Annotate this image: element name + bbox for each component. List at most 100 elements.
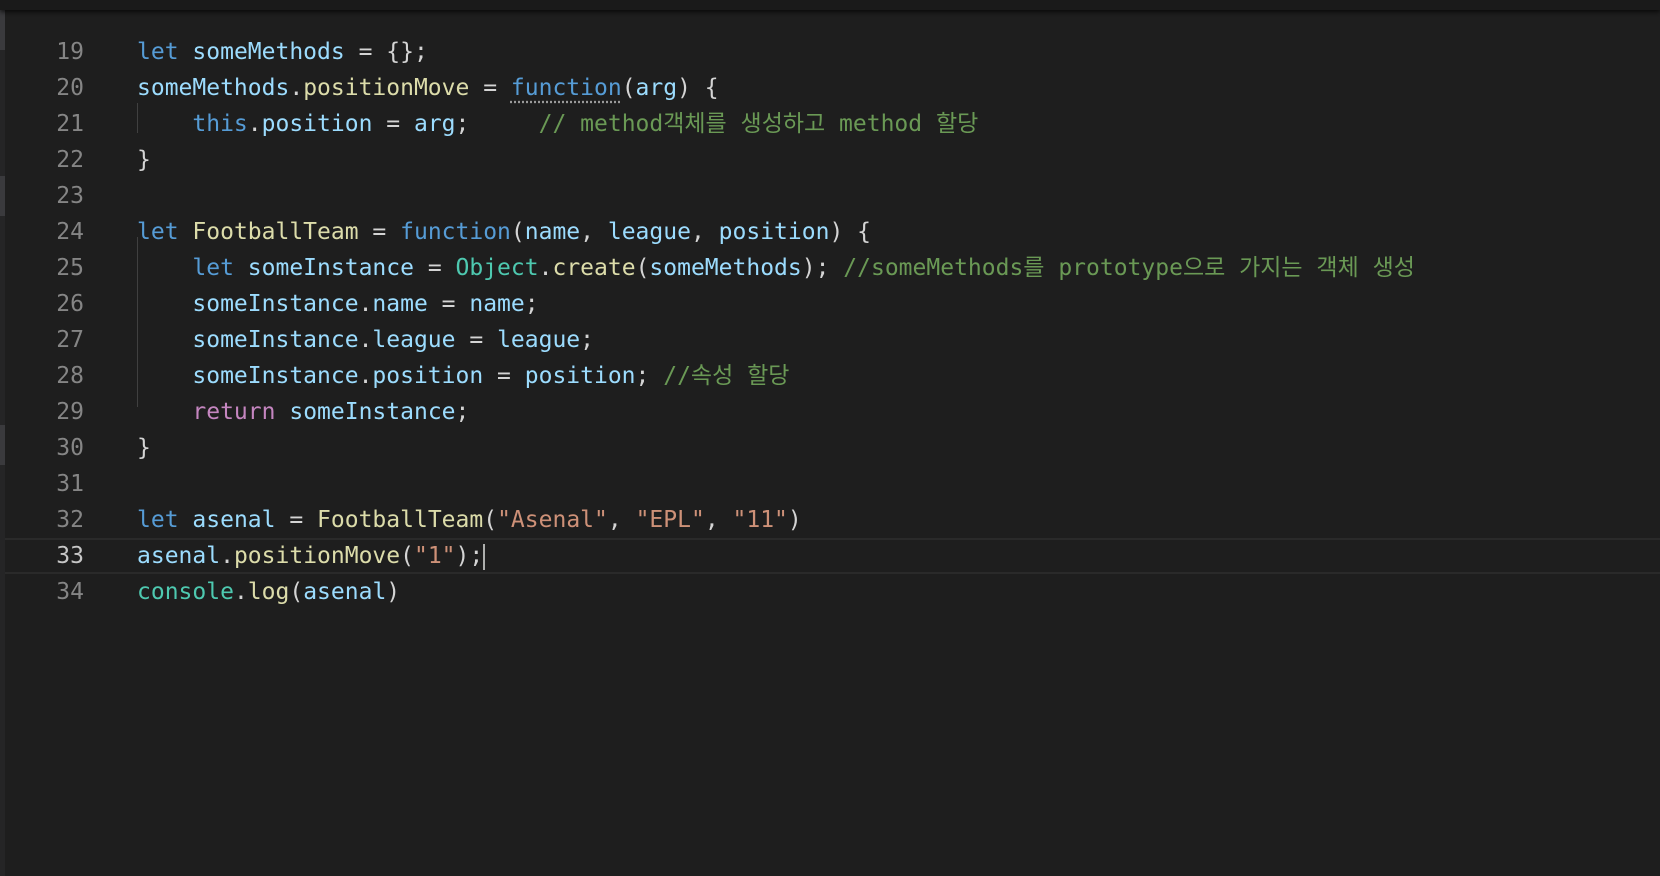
code-text[interactable]: someInstance.position = position; //속성 할… [137, 358, 789, 394]
code-token: ) [787, 507, 802, 533]
code-token: let [137, 219, 179, 245]
code-token: . [358, 363, 373, 389]
code-line[interactable]: 20 someMethods.positionMove = function(ar… [0, 70, 1660, 106]
code-text[interactable]: let someInstance = Object.create(someMet… [137, 250, 1415, 286]
code-token: let [192, 255, 234, 281]
code-text[interactable]: this.position = arg; // method객체를 생성하고 m… [137, 106, 978, 142]
code-token: return [192, 399, 276, 425]
code-token: , [607, 507, 636, 533]
code-token: asenal [137, 543, 221, 569]
code-line[interactable]: 22} [0, 142, 1660, 178]
code-line[interactable]: 23 [0, 178, 1660, 214]
code-token: } [137, 147, 151, 173]
code-line[interactable]: 30} [0, 430, 1660, 466]
code-token: = [427, 291, 470, 317]
code-text[interactable]: } [137, 430, 151, 466]
code-line-current[interactable]: 33 asenal.positionMove("1"); [0, 538, 1660, 574]
code-text[interactable]: let someMethods = {}; [137, 34, 428, 70]
code-token: someMethods [649, 255, 802, 281]
code-token: , [580, 219, 608, 245]
code-token: arg [635, 75, 678, 101]
code-token: = [413, 255, 456, 281]
code-token: positionMove [303, 75, 470, 101]
code-token: someInstance [289, 399, 456, 425]
line-number: 27 [56, 327, 84, 353]
code-token: function [400, 219, 511, 245]
code-token: ( [483, 507, 498, 533]
code-text[interactable]: let FootballTeam = function(name, league… [137, 214, 871, 250]
edge-marker [0, 176, 5, 216]
editor-left-edge [0, 0, 5, 876]
code-token: someInstance [192, 363, 359, 389]
code-token: someInstance [192, 327, 359, 353]
code-token: someMethods [137, 75, 290, 101]
code-token: = [275, 507, 318, 533]
code-token: asenal [192, 507, 276, 533]
code-token: asenal [303, 579, 387, 605]
code-line[interactable]: 25 let someInstance = Object.create(some… [0, 250, 1660, 286]
code-token: this [192, 111, 248, 137]
line-number: 30 [56, 435, 84, 461]
code-token: position [524, 363, 636, 389]
code-token: ; [524, 291, 539, 317]
code-token: ; [455, 111, 539, 137]
code-token: = [358, 219, 401, 245]
code-text[interactable]: someInstance.league = league; [137, 322, 594, 358]
code-text[interactable]: asenal.positionMove("1"); [137, 540, 486, 572]
code-token: league [497, 327, 581, 353]
code-token: ) [386, 579, 401, 605]
code-line[interactable]: 26 someInstance.name = name; [0, 286, 1660, 322]
code-token: let [137, 39, 179, 65]
code-text[interactable]: someMethods.positionMove = function(arg)… [137, 70, 719, 106]
code-line[interactable]: 28 someInstance.position = position; //속… [0, 358, 1660, 394]
code-text[interactable]: } [137, 142, 151, 178]
code-line[interactable]: 27 someInstance.league = league; [0, 322, 1660, 358]
line-number: 24 [56, 219, 84, 245]
code-line[interactable]: 31 [0, 466, 1660, 502]
code-text[interactable]: let asenal = FootballTeam("Asenal", "EPL… [137, 502, 802, 538]
line-number: 23 [56, 183, 84, 209]
code-editor[interactable]: 18 19let someMethods = {};20someMethods.… [0, 0, 1660, 876]
code-line[interactable]: 19 let someMethods = {}; [0, 34, 1660, 70]
code-token: league [607, 219, 691, 245]
line-number: 28 [56, 363, 84, 389]
code-token: // method객체를 생성하고 method 할당 [538, 111, 979, 137]
line-number: 19 [56, 39, 84, 65]
code-token: function [510, 75, 622, 101]
code-token: . [358, 291, 373, 317]
code-line[interactable]: 32 let asenal = FootballTeam("Asenal", "E… [0, 502, 1660, 538]
code-token: someInstance [247, 255, 414, 281]
code-text[interactable]: return someInstance; [137, 394, 469, 430]
code-token: create [552, 255, 636, 281]
code-line[interactable]: 34 console.log(asenal) [0, 574, 1660, 610]
code-token: = [483, 363, 525, 389]
code-token: . [289, 75, 304, 101]
code-text[interactable]: console.log(asenal) [137, 574, 400, 610]
code-token: "EPL" [635, 507, 705, 533]
code-line[interactable]: 24 let FootballTeam = function(name, leag… [0, 214, 1660, 250]
code-token: let [137, 507, 179, 533]
code-token: name [524, 219, 581, 245]
code-text[interactable]: someInstance.name = name; [137, 286, 539, 322]
code-line[interactable]: 21 this.position = arg; // method객체를 생성하… [0, 106, 1660, 142]
code-token: "11" [732, 507, 788, 533]
code-line[interactable]: 29 return someInstance; [0, 394, 1660, 430]
code-token: . [220, 543, 234, 569]
line-number: 32 [56, 507, 84, 533]
code-token: . [538, 255, 553, 281]
code-token: = [469, 75, 511, 101]
code-token: ) { [829, 219, 871, 245]
code-token: = [455, 327, 498, 353]
line-number: 29 [56, 399, 84, 425]
code-token: FootballTeam [317, 507, 484, 533]
line-number: 25 [56, 255, 84, 281]
code-token: console [137, 579, 234, 605]
